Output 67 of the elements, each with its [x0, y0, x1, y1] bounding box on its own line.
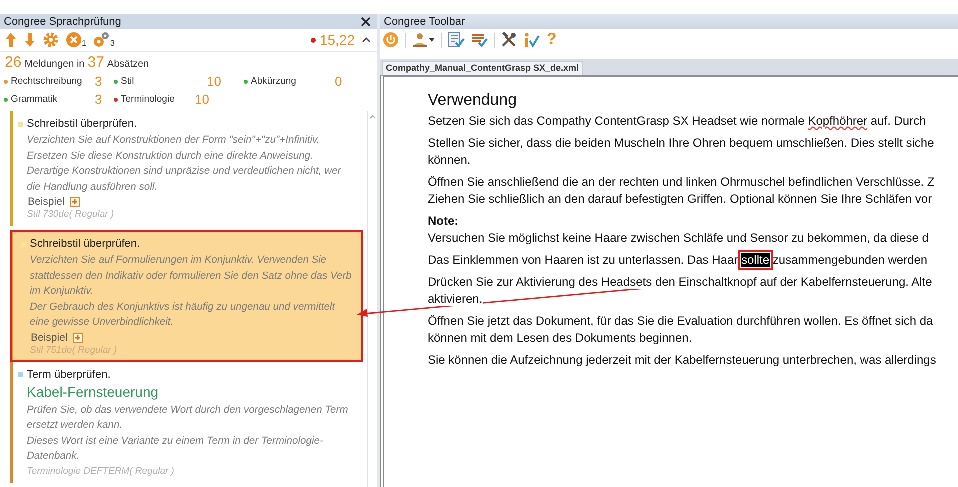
category-label: Stil — [121, 76, 136, 87]
user-dropdown[interactable] — [412, 32, 435, 48]
score-value: 15,22 — [320, 32, 355, 48]
document-text: aktivieren. — [428, 292, 483, 306]
gear-count: 3 — [110, 40, 115, 48]
expand-icon[interactable] — [70, 197, 80, 207]
message-title: Schreibstil überprüfen. — [27, 118, 138, 130]
category-count: 0 — [335, 74, 342, 89]
power-icon[interactable] — [383, 32, 399, 48]
document-tab[interactable]: Compathy_Manual_ContentGrasp SX_de.xml — [382, 61, 584, 75]
document-check-icon[interactable] — [448, 32, 465, 48]
info-check-icon[interactable] — [523, 32, 541, 48]
example-label: Beispiel — [31, 332, 68, 344]
error-count: 1 — [82, 40, 86, 48]
message-count: 26 — [5, 54, 22, 71]
rule-name: Terminologie DEFTERM( Regular ) — [27, 466, 176, 476]
message-title: Term überprüfen. — [27, 368, 111, 380]
message-description: Prüfen Sie, ob das verwendete Wort durch den vorgeschlagenen Term ersetzt werden kann. Dieses Wort ist eine Variante zu einem Term in der Terminologie-Datenbank. — [27, 404, 350, 464]
document-text: können. — [428, 153, 471, 167]
collapse-icon[interactable] — [362, 37, 371, 43]
summary-text: Absätzen — [107, 59, 150, 70]
category-count: 10 — [195, 92, 210, 107]
user-icon — [412, 32, 428, 48]
category-count: 3 — [95, 92, 102, 107]
caret-icon — [429, 38, 435, 42]
document-text: Stellen Sie sicher, dass die beiden Muscheln Ihre Ohren bequem umschließen. Dies stellt siche — [428, 136, 934, 150]
arrow-down-icon[interactable] — [24, 32, 36, 48]
arrow-up-icon[interactable] — [5, 32, 17, 48]
message-card[interactable] — [10, 230, 363, 362]
summary-text: Meldungen in — [24, 59, 85, 70]
gear-icon[interactable] — [43, 32, 59, 48]
category-count: 10 — [207, 74, 222, 89]
category-label: Grammatik — [11, 94, 58, 105]
category-label: Rechtschreibung — [11, 76, 84, 87]
list-check-icon[interactable] — [471, 32, 488, 48]
category-count: 3 — [95, 74, 102, 89]
panel-title: Congree Toolbar — [384, 16, 466, 28]
document-text: Versuchen Sie möglichst keine Haare zwischen Schläfe und Sensor zu bekommen, da diese d — [428, 231, 929, 245]
error-icon[interactable] — [66, 32, 82, 48]
document-text: Öffnen Sie anschließend die an der rechten und linken Ohrmuschel befindlichen Verschlüsse. Z — [428, 175, 935, 189]
example-label: Beispiel — [28, 196, 65, 208]
paragraph-count: 37 — [88, 54, 104, 71]
selected-word: sollte — [741, 253, 770, 267]
document-text: Ziehen Sie schließlich an den darauf befestigten Griffen. Optional können Sie Ihre Schläfen vor — [428, 192, 932, 206]
note-label: Note: — [428, 214, 459, 228]
gears-icon[interactable] — [93, 32, 110, 48]
tools-icon[interactable] — [501, 32, 517, 48]
close-icon[interactable] — [361, 16, 371, 26]
document-heading: Verwendung — [428, 92, 517, 109]
panel-title: Congree Sprachprüfung — [4, 16, 122, 28]
document-text: Öffnen Sie jetzt das Dokument, für das Sie die Evaluation durchführen wollen. Es öffnet sich da — [428, 314, 934, 328]
status-dot-icon — [310, 38, 316, 42]
category-label: Terminologie — [121, 94, 176, 105]
document-text: können mit dem Lesen des Dokuments beginnen. — [428, 331, 692, 345]
category-label: Abkürzung — [251, 76, 298, 87]
document-text: Sie können die Aufzeichnung jederzeit mit der Kabelfernsteuerung unterbrechen, was allerdings — [428, 353, 936, 367]
message-title: Schreibstil überprüfen. — [30, 238, 140, 250]
help-button[interactable]: ? — [547, 32, 557, 48]
message-description: Verzichten Sie auf Formulierungen im Konjunktiv. Verwenden Sie stattdessen den Indikativ oder formulieren Sie den Satz ohne das Verb im Konjunktiv. Der Gebrauch des Konjunktivs ist häufig zu ungenau und vermittelt eine gewisse Unverbindlichkeit. — [30, 254, 353, 330]
document-text: Drücken Sie zur Aktivierung des Headsets den Einschaltknopf auf der Kabelfernsteuerung. Alte — [428, 275, 932, 289]
rule-name: Stil 730de( Regular ) — [27, 209, 116, 220]
expand-icon[interactable] — [72, 332, 83, 342]
scrollbar[interactable] — [367, 111, 377, 487]
message-description: Verzichten Sie auf Konstruktionen der Form "sein"+"zu"+Infinitiv. Ersetzen Sie diese Konstruktion durch eine direkte Anweisung. Derartige Konstruktionen sind unpräzise und verdeutlichen nicht, wer die Handlung ausführen soll. — [27, 134, 342, 194]
scroll-up-icon[interactable] — [370, 115, 376, 119]
term-suggestion[interactable]: Kabel-Fernsteuerung — [27, 384, 357, 400]
misspelled-word: Kopfhöhrer — [808, 114, 868, 128]
